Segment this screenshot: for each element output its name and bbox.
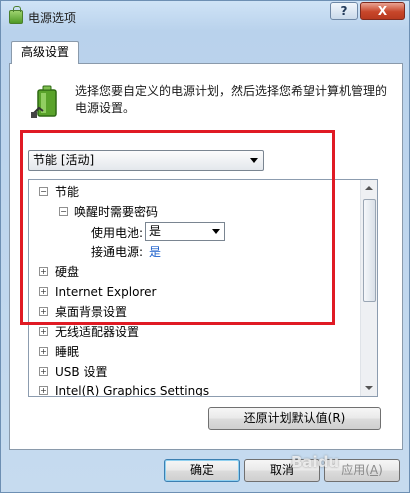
settings-tree[interactable]: − 节能 − 唤醒时需要密码 使用电池: 是 接通电源: 是 + 硬盘 + In… [28, 179, 378, 397]
title-bar: 电源选项 ? X [1, 1, 410, 31]
battery-icon [31, 85, 57, 118]
scrollbar-thumb[interactable] [363, 199, 376, 302]
help-button[interactable]: ? [330, 2, 358, 20]
tree-item-intel-graphics[interactable]: + Intel(R) Graphics Settings [37, 382, 357, 396]
on-battery-select[interactable]: 是 [145, 222, 225, 241]
expand-icon[interactable]: + [39, 287, 48, 296]
tree-item-hard-disk[interactable]: + 硬盘 [37, 263, 357, 281]
expand-icon[interactable]: + [39, 367, 48, 376]
tree-item-usb[interactable]: + USB 设置 [37, 363, 357, 381]
expand-icon[interactable]: + [39, 347, 48, 356]
description-text: 选择您要自定义的电源计划，然后选择您希望计算机管理的电源设置。 [75, 84, 388, 115]
close-button[interactable]: X [360, 2, 405, 20]
tab-advanced-settings[interactable]: 高级设置 [11, 41, 79, 64]
tree-item-desktop-background[interactable]: + 桌面背景设置 [37, 303, 357, 321]
expand-icon[interactable]: + [39, 267, 48, 276]
plugged-in-value[interactable]: 是 [149, 243, 161, 261]
apply-label: 应用( [341, 463, 370, 477]
tree-item-plugged-in: 接通电源: 是 [91, 243, 162, 261]
cancel-button[interactable]: 取消 [244, 459, 320, 482]
expand-icon[interactable]: + [39, 307, 48, 316]
power-options-window: 电源选项 ? X 高级设置 选择您要自定义的电源计划，然后选择您希望计算机管理的… [0, 0, 410, 493]
collapse-icon[interactable]: − [59, 207, 68, 216]
apply-button[interactable]: 应用(A) [324, 459, 400, 482]
tree-item-wireless-adapter[interactable]: + 无线适配器设置 [37, 323, 357, 341]
tree-item-wake-password[interactable]: − 唤醒时需要密码 [37, 203, 357, 221]
expand-icon[interactable]: + [39, 327, 48, 336]
ok-button[interactable]: 确定 [164, 459, 240, 482]
tree-item-sleep[interactable]: + 睡眠 [37, 343, 357, 361]
scroll-up-icon[interactable] [361, 180, 377, 196]
tree-item-internet-explorer[interactable]: + Internet Explorer [37, 283, 357, 301]
restore-defaults-button[interactable]: 还原计划默认值(R) [208, 407, 381, 430]
expand-icon[interactable]: + [39, 386, 48, 395]
power-plan-value: 节能 [活动] [33, 153, 95, 167]
chevron-down-icon [212, 229, 220, 234]
chevron-down-icon [250, 158, 258, 163]
window-title: 电源选项 [28, 11, 77, 25]
tree-item-power-saver[interactable]: − 节能 [37, 183, 357, 201]
tree-scrollbar[interactable] [360, 180, 377, 396]
power-plan-select[interactable]: 节能 [活动] [28, 150, 264, 171]
apply-accel-key: A [369, 463, 379, 477]
scroll-down-icon[interactable] [361, 380, 377, 396]
apply-label-end: ) [378, 463, 383, 477]
on-battery-value: 是 [149, 224, 162, 238]
collapse-icon[interactable]: − [39, 187, 48, 196]
battery-title-icon [9, 6, 23, 24]
